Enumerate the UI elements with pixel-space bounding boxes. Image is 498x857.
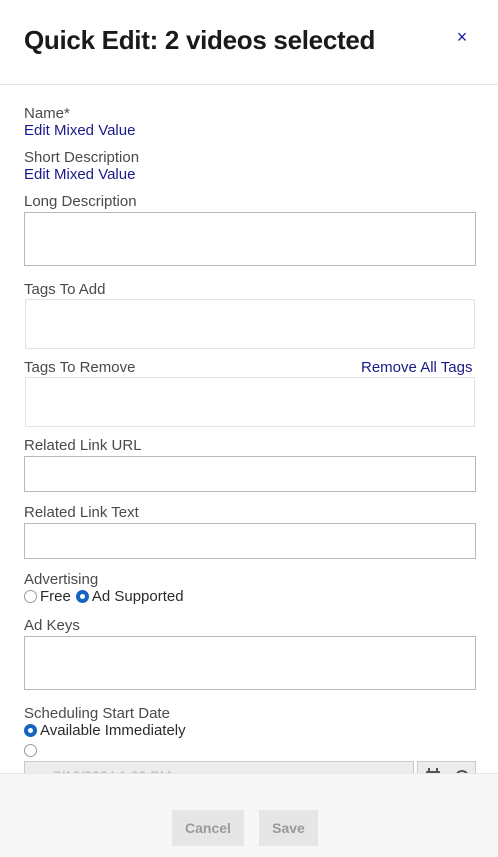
date-picker-buttons <box>417 761 476 773</box>
ad-keys-textarea[interactable] <box>24 636 476 690</box>
ad-keys-label: Ad Keys <box>24 617 80 634</box>
modal-footer: Cancel Save <box>0 773 498 857</box>
available-immediately-radio[interactable] <box>24 724 37 737</box>
modal-body: Name* Edit Mixed Value Short Description… <box>0 85 498 773</box>
tags-to-add-label: Tags To Add <box>24 281 106 298</box>
related-link-text-input[interactable] <box>24 523 476 559</box>
available-immediately-label[interactable]: Available Immediately <box>40 722 186 739</box>
available-immediately-row: Available Immediately <box>24 722 186 739</box>
free-radio[interactable] <box>24 590 37 603</box>
modal-header: Quick Edit: 2 videos selected × <box>0 0 498 85</box>
modal-title: Quick Edit: 2 videos selected <box>24 25 376 55</box>
close-icon[interactable]: × <box>452 27 472 47</box>
tags-to-add-input[interactable] <box>25 299 475 349</box>
related-link-url-label: Related Link URL <box>24 437 142 454</box>
ad-supported-radio[interactable] <box>75 590 89 603</box>
short-description-edit-mixed-link[interactable]: Edit Mixed Value <box>24 166 135 183</box>
long-description-label: Long Description <box>24 193 137 210</box>
quick-edit-modal: Quick Edit: 2 videos selected × Name* Ed… <box>0 0 498 857</box>
short-description-label: Short Description <box>24 149 140 166</box>
cancel-button[interactable]: Cancel <box>172 810 244 846</box>
scheduling-start-date-label: Scheduling Start Date <box>24 705 170 722</box>
related-link-text-label: Related Link Text <box>24 504 139 521</box>
start-date-input[interactable]: 7/10/2024 1:00 PM <box>24 761 414 773</box>
free-radio-label[interactable]: Free <box>40 588 71 605</box>
name-label: Name* <box>24 105 70 122</box>
custom-start-date-radio[interactable] <box>24 744 37 757</box>
save-button[interactable]: Save <box>259 810 318 846</box>
calendar-icon[interactable] <box>418 762 477 773</box>
tags-to-remove-label: Tags To Remove <box>24 359 136 376</box>
advertising-label: Advertising <box>24 571 99 588</box>
tags-to-remove-input[interactable] <box>25 377 475 427</box>
remove-all-tags-link[interactable]: Remove All Tags <box>361 359 472 376</box>
name-edit-mixed-link[interactable]: Edit Mixed Value <box>24 122 135 139</box>
long-description-textarea[interactable] <box>24 212 476 266</box>
related-link-url-input[interactable] <box>24 456 476 492</box>
ad-supported-radio-label[interactable]: Ad Supported <box>92 588 184 605</box>
advertising-radio-group: Free Ad Supported <box>24 588 184 605</box>
custom-start-date-row <box>24 744 40 757</box>
